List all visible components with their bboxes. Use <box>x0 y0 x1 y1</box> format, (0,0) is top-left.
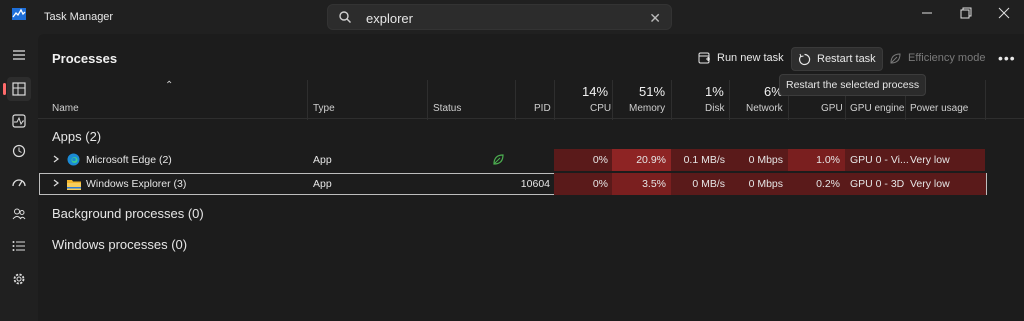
column-pid[interactable]: PID <box>534 103 551 114</box>
column-disk[interactable]: Disk <box>705 103 724 114</box>
sidebar <box>0 34 38 321</box>
process-cpu: 0% <box>592 154 608 166</box>
process-gpu: 0.2% <box>816 178 840 190</box>
process-type: App <box>313 178 332 190</box>
process-power-usage: Very low <box>910 154 950 166</box>
column-divider <box>554 80 555 120</box>
close-icon <box>998 7 1010 19</box>
performance-icon <box>12 114 26 128</box>
efficiency-mode-label: Efficiency mode <box>908 52 986 64</box>
run-new-task-icon <box>698 52 710 63</box>
users-icon <box>12 208 26 220</box>
column-divider <box>729 80 730 120</box>
process-name: Windows Explorer (3) <box>86 178 187 190</box>
restart-task-button[interactable]: Restart task <box>791 47 883 71</box>
column-name[interactable]: Name <box>52 103 79 114</box>
process-cpu: 0% <box>592 178 608 190</box>
page-title: Processes <box>52 51 118 66</box>
column-gpu-engine[interactable]: GPU engine <box>850 103 904 114</box>
efficiency-mode-button[interactable]: Efficiency mode <box>883 47 991 69</box>
processes-icon <box>12 82 26 96</box>
restart-tooltip: Restart the selected process <box>779 74 927 96</box>
search-input[interactable]: explorer <box>366 11 413 26</box>
sidebar-item-performance[interactable] <box>7 109 31 133</box>
column-type[interactable]: Type <box>313 103 335 114</box>
column-divider <box>515 80 516 120</box>
chevron-right-icon[interactable] <box>52 179 60 187</box>
process-network: 0 Mbps <box>748 154 783 166</box>
services-icon <box>13 273 25 285</box>
process-power-usage: Very low <box>910 178 950 190</box>
column-divider <box>307 80 308 120</box>
column-cpu[interactable]: CPU <box>590 103 611 114</box>
column-power-usage[interactable]: Power usage <box>910 103 968 114</box>
run-new-task-label: Run new task <box>717 52 784 64</box>
group-windows-processes[interactable]: Windows processes (0) <box>52 237 187 252</box>
hamburger-menu[interactable] <box>7 43 31 67</box>
process-disk: 0.1 MB/s <box>683 154 725 166</box>
group-apps[interactable]: Apps (2) <box>52 129 101 144</box>
column-status[interactable]: Status <box>433 103 461 114</box>
column-memory[interactable]: Memory <box>629 103 665 114</box>
processes-page: Processes Run new task Restart task Effi… <box>38 34 1024 321</box>
table-row[interactable]: Microsoft Edge (2) App 0% 20.9% 0.1 MB/s… <box>38 149 1024 171</box>
efficiency-leaf-icon <box>493 154 504 165</box>
process-memory: 3.5% <box>642 178 666 190</box>
sidebar-item-details[interactable] <box>7 234 31 258</box>
header-divider <box>38 118 1024 119</box>
folder-icon <box>67 180 81 190</box>
process-network: 0 Mbps <box>748 178 783 190</box>
more-options-button[interactable]: ••• <box>992 47 1022 69</box>
startup-apps-icon <box>12 179 26 187</box>
chevron-right-icon[interactable] <box>52 155 60 163</box>
process-pid: 10604 <box>520 178 550 190</box>
sidebar-item-services[interactable] <box>7 267 31 291</box>
hamburger-icon <box>13 50 25 60</box>
details-icon <box>12 241 25 251</box>
restart-icon <box>798 53 811 65</box>
sidebar-item-startup-apps[interactable] <box>7 171 31 195</box>
more-icon: ••• <box>998 50 1016 66</box>
app-history-icon <box>12 144 26 158</box>
maximize-icon <box>960 7 972 19</box>
minimize-icon <box>922 12 932 14</box>
search-icon <box>339 11 351 23</box>
sort-chevron-up-icon[interactable]: ⌃ <box>165 80 173 91</box>
search-box[interactable]: explorer ✕ <box>327 4 672 30</box>
efficiency-leaf-icon <box>890 52 901 64</box>
column-divider <box>985 80 986 120</box>
process-memory: 20.9% <box>636 154 666 166</box>
process-disk: 0 MB/s <box>692 178 725 190</box>
title-bar: Task Manager explorer ✕ <box>0 0 1024 34</box>
group-background-processes[interactable]: Background processes (0) <box>52 206 204 221</box>
column-network[interactable]: Network <box>746 103 783 114</box>
sidebar-item-app-history[interactable] <box>7 139 31 163</box>
edge-icon <box>67 153 80 166</box>
column-divider <box>671 80 672 120</box>
process-name: Microsoft Edge (2) <box>86 154 172 166</box>
task-manager-icon <box>12 8 26 20</box>
column-divider <box>612 80 613 120</box>
process-type: App <box>313 154 332 166</box>
sidebar-item-users[interactable] <box>7 202 31 226</box>
app-title: Task Manager <box>44 11 114 23</box>
column-gpu[interactable]: GPU <box>821 103 843 114</box>
maximize-button[interactable] <box>956 7 976 23</box>
restart-task-label: Restart task <box>817 53 876 65</box>
process-gpu-engine: GPU 0 - 3D <box>850 178 905 190</box>
column-divider <box>427 80 428 120</box>
close-icon[interactable]: ✕ <box>649 10 661 27</box>
disk-usage-total: 1% <box>705 84 724 99</box>
run-new-task-button[interactable]: Run new task <box>692 47 790 69</box>
minimize-button[interactable] <box>917 7 937 23</box>
memory-usage-total: 51% <box>639 84 666 99</box>
cpu-usage-total: 14% <box>582 84 609 99</box>
table-row-selected[interactable]: Windows Explorer (3) App 10604 0% 3.5% 0… <box>39 173 987 195</box>
process-gpu-engine: GPU 0 - Vi... <box>850 154 909 166</box>
process-gpu: 1.0% <box>816 154 840 166</box>
sidebar-item-processes[interactable] <box>3 77 31 101</box>
close-button[interactable] <box>994 7 1014 23</box>
